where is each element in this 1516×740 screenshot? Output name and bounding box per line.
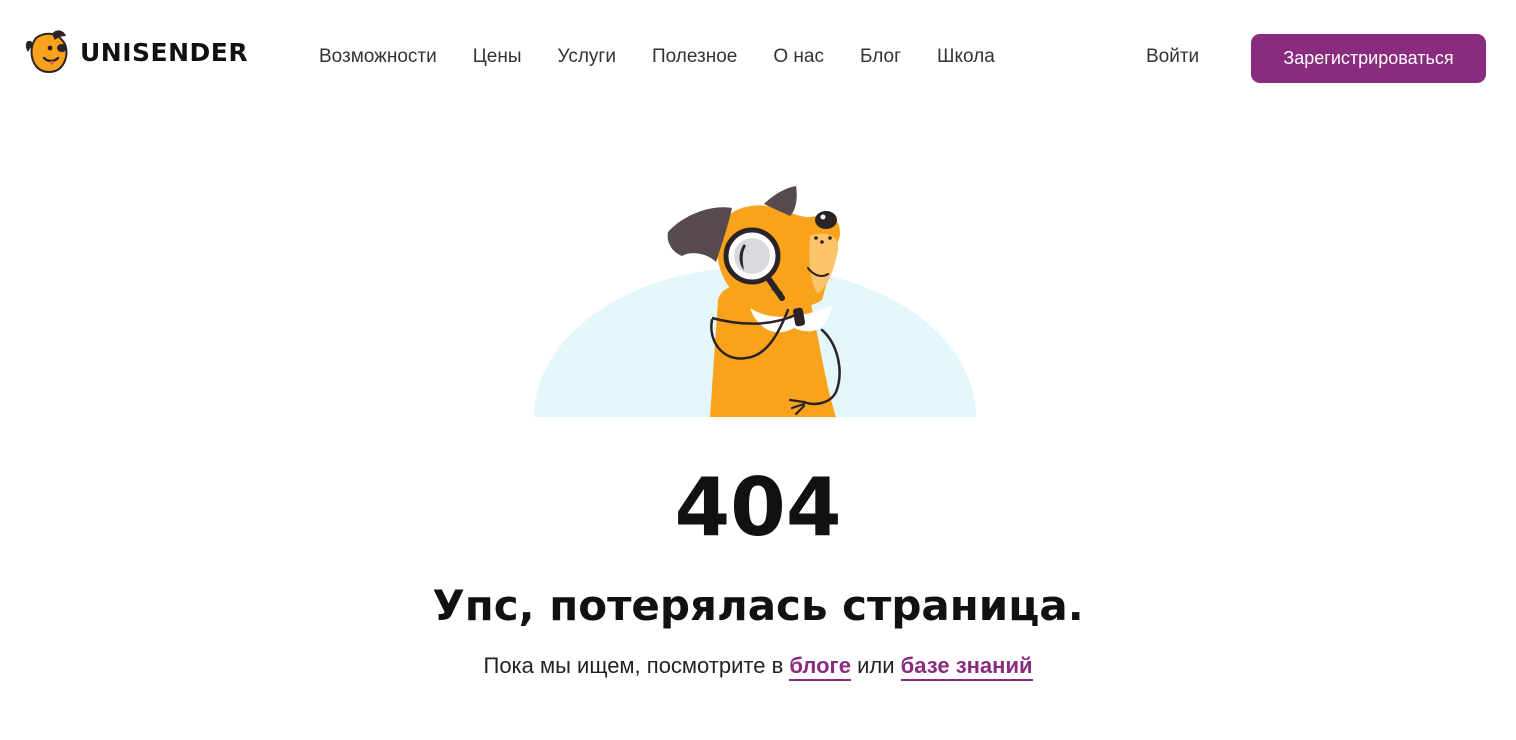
nav-item-about[interactable]: О нас [773,46,824,68]
main-nav: Возможности Цены Услуги Полезное О нас Б… [319,46,1031,68]
subtitle-text-before: Пока мы ищем, посмотрите в [483,653,790,678]
dog-with-magnifier-illustration [534,186,976,417]
signup-button[interactable]: Зарегистрироваться [1251,34,1486,83]
error-code: 404 [674,461,842,554]
logo[interactable]: UNISENDER [22,28,248,76]
nav-item-features[interactable]: Возможности [319,46,437,68]
blog-link[interactable]: блоге [789,653,851,681]
knowledge-base-link[interactable]: базе знаний [900,653,1033,681]
nav-item-pricing[interactable]: Цены [473,46,522,68]
error-title: Упс, потерялась страница. [432,581,1084,630]
logo-text: UNISENDER [80,37,249,67]
nav-item-useful[interactable]: Полезное [652,46,737,68]
nav-item-school[interactable]: Школа [937,46,995,68]
nav-item-services[interactable]: Услуги [558,46,616,68]
dog-nose [815,211,837,229]
dog-head-icon [25,30,68,73]
subtitle-text-middle: или [850,653,901,678]
site-header: UNISENDER Возможности Цены Услуги Полезн… [0,0,1516,116]
login-link[interactable]: Войти [1146,46,1199,68]
nav-item-blog[interactable]: Блог [860,46,901,68]
error-subtitle: Пока мы ищем, посмотрите в блоге или баз… [0,650,1516,682]
